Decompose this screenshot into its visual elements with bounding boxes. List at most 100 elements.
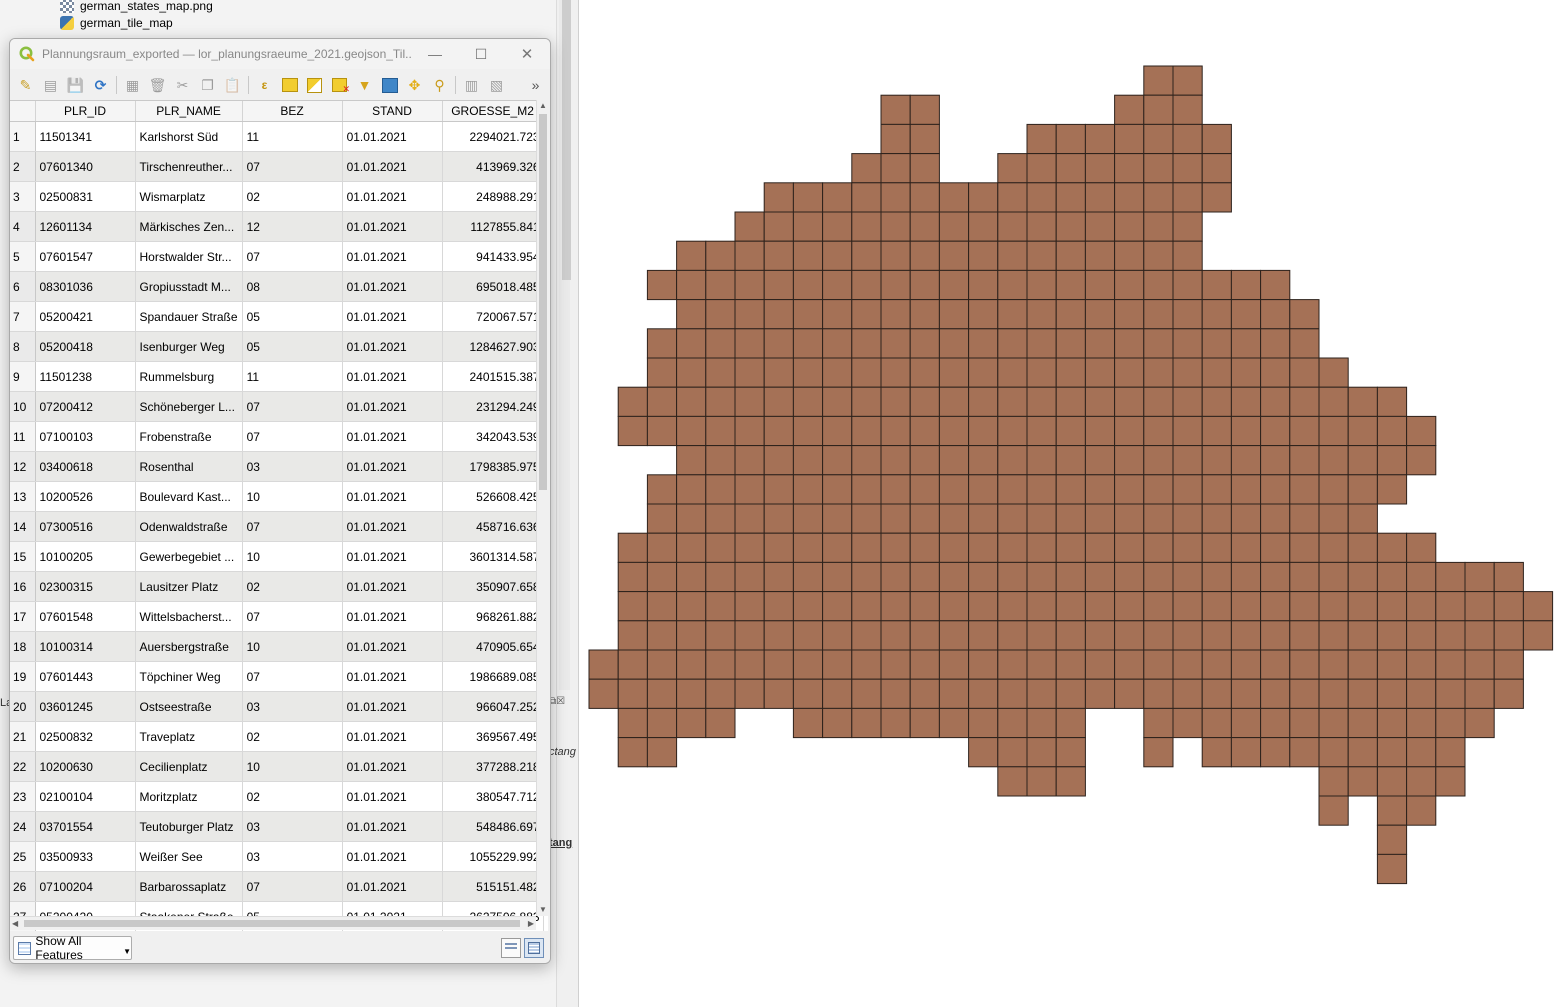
map-tile[interactable] — [646, 474, 678, 505]
map-tile[interactable] — [822, 299, 853, 330]
map-tile[interactable] — [1201, 328, 1232, 359]
map-tile[interactable] — [1318, 766, 1349, 797]
map-tile[interactable] — [1143, 240, 1174, 271]
map-tile[interactable] — [676, 591, 707, 622]
table-cell-groesse-m2[interactable]: 369567.495 — [442, 721, 544, 752]
map-tile[interactable] — [938, 532, 970, 563]
map-tile[interactable] — [763, 649, 794, 680]
map-tile[interactable] — [968, 445, 999, 476]
table-cell-groesse-m2[interactable]: 377288.218 — [442, 751, 544, 782]
map-tile[interactable] — [968, 328, 999, 359]
map-tile[interactable] — [880, 386, 911, 417]
map-tile[interactable] — [1289, 445, 1320, 476]
table-cell-plr-id[interactable]: 05200421 — [35, 301, 136, 332]
map-tile[interactable] — [705, 591, 736, 622]
map-tile[interactable] — [1026, 240, 1057, 271]
table-cell-plr-id[interactable]: 07601340 — [35, 151, 136, 182]
map-tile[interactable] — [763, 415, 794, 447]
map-tile[interactable] — [705, 328, 736, 359]
map-tile[interactable] — [1435, 561, 1466, 593]
map-tile[interactable] — [734, 240, 765, 271]
table-view-icon[interactable] — [524, 938, 544, 958]
map-tile[interactable] — [1347, 766, 1378, 797]
map-tile[interactable] — [909, 503, 940, 534]
table-cell-groesse-m2[interactable]: 3601314.587 — [442, 541, 544, 572]
map-tile[interactable] — [1114, 182, 1145, 213]
map-tile[interactable] — [646, 707, 678, 739]
table-cell-plr-name[interactable]: Traveplatz — [135, 721, 243, 752]
map-tile[interactable] — [822, 503, 853, 534]
map-tile[interactable] — [968, 474, 999, 505]
map-tile[interactable] — [822, 678, 853, 709]
row-number[interactable]: 13 — [10, 481, 36, 512]
map-tile[interactable] — [997, 182, 1028, 213]
table-cell-groesse-m2[interactable]: 1127855.841 — [442, 211, 544, 242]
map-tile[interactable] — [1026, 766, 1057, 797]
map-tile[interactable] — [1114, 211, 1145, 242]
map-tile[interactable] — [997, 240, 1028, 271]
map-tile[interactable] — [851, 620, 882, 651]
table-cell-plr-id[interactable]: 12601134 — [35, 211, 136, 242]
table-row[interactable]: 6 08301036 Gropiusstadt M... 08 01.01.2021 69… — [10, 271, 544, 302]
map-tile[interactable] — [909, 211, 940, 242]
table-cell-plr-id[interactable]: 03601245 — [35, 691, 136, 722]
map-tile[interactable] — [997, 386, 1028, 417]
panel-splitter[interactable]: ⧉☒ ctang tang — [549, 0, 576, 1007]
map-tile[interactable] — [1406, 649, 1437, 680]
table-cell-plr-id[interactable]: 10100205 — [35, 541, 136, 572]
table-cell-bez[interactable]: 05 — [242, 301, 343, 332]
table-cell-plr-id[interactable]: 07601443 — [35, 661, 136, 692]
map-tile[interactable] — [646, 328, 678, 359]
map-tile[interactable] — [1260, 532, 1291, 563]
map-tile[interactable] — [1406, 591, 1437, 622]
map-tile[interactable] — [1084, 123, 1116, 155]
map-tile[interactable] — [880, 561, 911, 593]
table-cell-stand[interactable]: 01.01.2021 — [342, 121, 443, 152]
map-tile[interactable] — [968, 620, 999, 651]
map-tile[interactable] — [851, 532, 882, 563]
map-tile[interactable] — [1376, 824, 1408, 855]
map-tile[interactable] — [968, 532, 999, 563]
map-tile[interactable] — [997, 357, 1028, 388]
table-cell-groesse-m2[interactable]: 526608.425 — [442, 481, 544, 512]
map-tile[interactable] — [851, 474, 882, 505]
map-tile[interactable] — [968, 591, 999, 622]
map-tile[interactable] — [1055, 269, 1086, 301]
map-tile[interactable] — [1376, 415, 1408, 447]
map-tile[interactable] — [1464, 591, 1495, 622]
map-tile[interactable] — [1347, 678, 1378, 709]
column-header[interactable]: PLR_ID — [35, 101, 136, 122]
map-tile[interactable] — [1026, 182, 1057, 213]
map-tile[interactable] — [880, 503, 911, 534]
table-cell-plr-name[interactable]: Weißer See — [135, 841, 243, 872]
map-tile[interactable] — [617, 707, 648, 739]
map-tile[interactable] — [851, 299, 882, 330]
table-row[interactable]: 14 07300516 Odenwaldstraße 07 01.01.2021 4587… — [10, 511, 544, 542]
table-row[interactable]: 22 10200630 Cecilienplatz 10 01.01.2021 37728… — [10, 751, 544, 782]
table-row[interactable]: 20 03601245 Ostseestraße 03 01.01.2021 966047… — [10, 691, 544, 722]
map-tile[interactable] — [1376, 853, 1408, 885]
map-tile[interactable] — [938, 503, 970, 534]
table-cell-stand[interactable]: 01.01.2021 — [342, 511, 443, 542]
copy-icon[interactable]: ❐ — [198, 76, 217, 95]
map-tile[interactable] — [705, 678, 736, 709]
table-cell-bez[interactable]: 07 — [242, 871, 343, 902]
map-tile[interactable] — [997, 737, 1028, 768]
select-by-expression-icon[interactable]: ε — [255, 76, 274, 95]
map-tile[interactable] — [1493, 649, 1524, 680]
scrollbar-thumb[interactable] — [562, 0, 571, 280]
table-cell-plr-name[interactable]: Odenwaldstraße — [135, 511, 243, 542]
map-tile[interactable] — [676, 299, 707, 330]
map-tile[interactable] — [763, 620, 794, 651]
map-tile[interactable] — [1318, 474, 1349, 505]
map-tile[interactable] — [1172, 240, 1203, 271]
table-cell-stand[interactable]: 01.01.2021 — [342, 481, 443, 512]
scroll-up-icon[interactable]: ▲ — [538, 100, 548, 112]
map-tile[interactable] — [822, 415, 853, 447]
table-cell-plr-name[interactable]: Gewerbegebiet ... — [135, 541, 243, 572]
map-tile[interactable] — [705, 474, 736, 505]
table-cell-stand[interactable]: 01.01.2021 — [342, 421, 443, 452]
map-tile[interactable] — [734, 474, 765, 505]
table-cell-stand[interactable]: 01.01.2021 — [342, 751, 443, 782]
table-cell-bez[interactable]: 10 — [242, 541, 343, 572]
